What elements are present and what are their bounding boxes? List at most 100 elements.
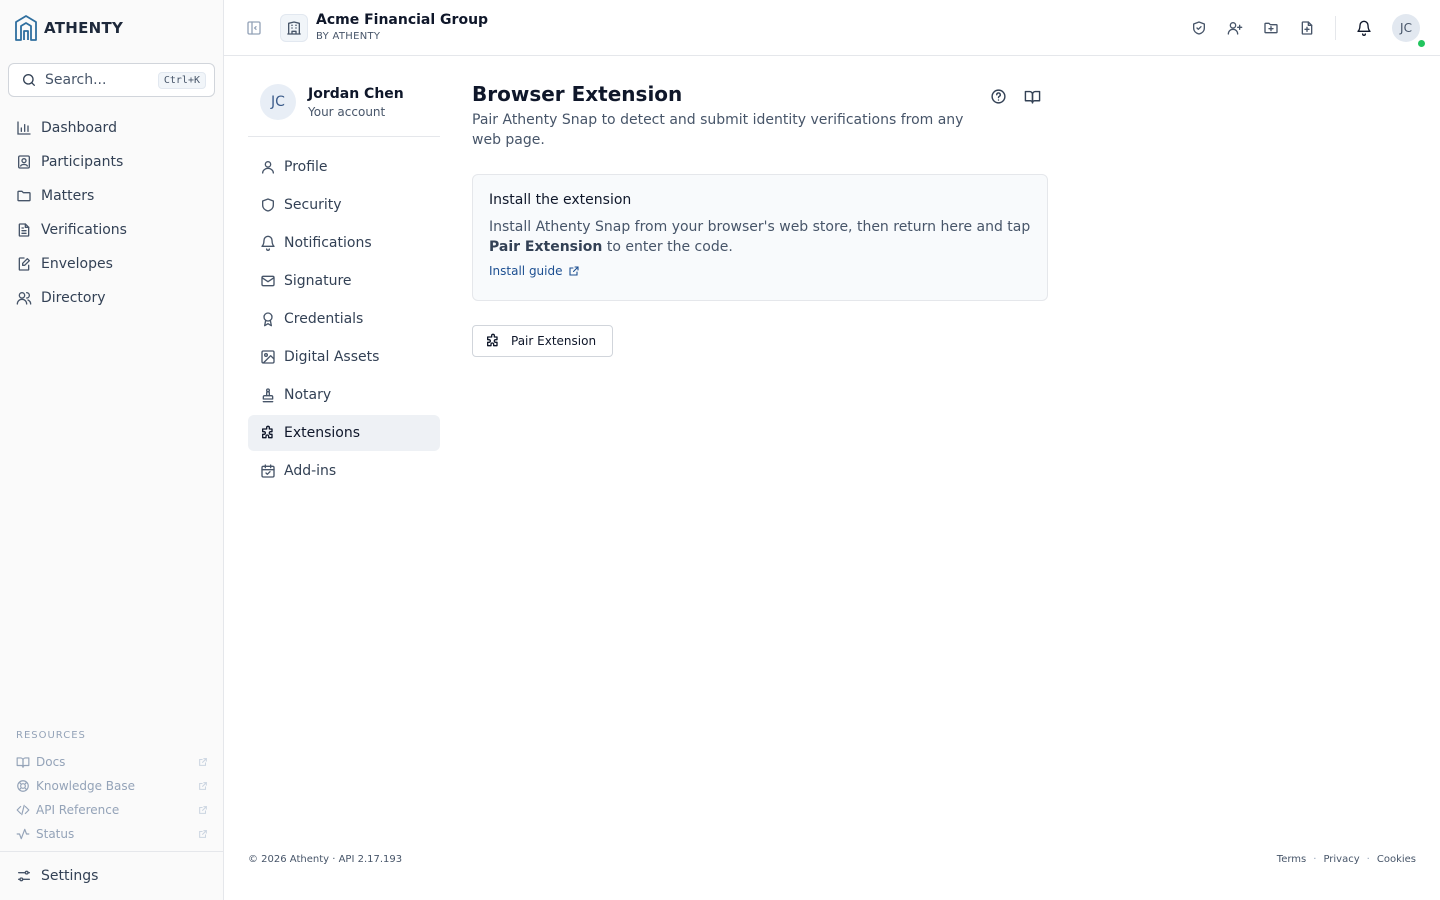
code-icon [16, 803, 30, 817]
book-open-icon [1024, 88, 1041, 105]
sliders-icon [16, 868, 32, 884]
sidebar-item-verifications[interactable]: Verifications [8, 213, 215, 247]
tab-digital-assets[interactable]: Digital Assets [248, 339, 440, 375]
verify-button[interactable] [1189, 18, 1209, 38]
new-document-button[interactable] [1297, 18, 1317, 38]
athenty-logo-icon [14, 14, 38, 42]
folder-icon [16, 188, 32, 204]
tab-notary[interactable]: Notary [248, 377, 440, 413]
external-link-icon [198, 781, 208, 791]
tab-label: Add-ins [284, 463, 337, 479]
sidebar-item-dashboard[interactable]: Dashboard [8, 111, 215, 145]
sidebar-item-participants[interactable]: Participants [8, 145, 215, 179]
page-title: Browser Extension [472, 82, 683, 106]
search-icon [21, 72, 37, 88]
cookies-link[interactable]: Cookies [1377, 854, 1416, 865]
sidebar: ATHENTY Search... Ctrl+K Dashboard Parti… [0, 0, 224, 900]
sidebar-nav: Dashboard Participants Matters Verificat… [8, 111, 215, 315]
user-icon [260, 159, 276, 175]
tab-label: Signature [284, 273, 352, 289]
bell-icon [1356, 20, 1372, 36]
resource-status[interactable]: Status [16, 822, 208, 846]
tab-label: Notary [284, 387, 332, 403]
tab-add-ins[interactable]: Add-ins [248, 453, 440, 489]
users-icon [16, 290, 32, 306]
footer-separator: · [1313, 854, 1317, 865]
folder-plus-icon [1263, 20, 1279, 36]
terms-link[interactable]: Terms [1277, 854, 1306, 865]
org-avatar[interactable] [280, 14, 308, 42]
resource-api-reference[interactable]: API Reference [16, 798, 208, 822]
docs-button[interactable] [1022, 86, 1042, 106]
new-matter-button[interactable] [1261, 18, 1281, 38]
bar-chart-icon [16, 120, 32, 136]
document-icon [16, 222, 32, 238]
help-button[interactable] [988, 86, 1008, 106]
brand[interactable]: ATHENTY [14, 14, 123, 42]
sidebar-item-label: Verifications [41, 222, 127, 238]
resource-knowledge-base[interactable]: Knowledge Base [16, 774, 208, 798]
add-participant-button[interactable] [1225, 18, 1245, 38]
privacy-link[interactable]: Privacy [1323, 854, 1359, 865]
tab-notifications[interactable]: Notifications [248, 225, 440, 261]
tab-label: Extensions [284, 425, 361, 441]
install-text-after: to enter the code. [602, 239, 733, 255]
tab-credentials[interactable]: Credentials [248, 301, 440, 337]
sidebar-item-label: Directory [41, 290, 106, 306]
resources-heading: RESOURCES [16, 730, 86, 741]
sidebar-toggle-button[interactable] [244, 18, 264, 38]
install-guide-link[interactable]: Install guide [489, 264, 1031, 278]
search-input[interactable]: Search... Ctrl+K [8, 63, 215, 97]
sidebar-item-directory[interactable]: Directory [8, 281, 215, 315]
pair-extension-label: Pair Extension [511, 334, 597, 348]
puzzle-icon [485, 333, 501, 349]
tab-signature[interactable]: Signature [248, 263, 440, 299]
footer-separator: · [1366, 854, 1370, 865]
resource-docs[interactable]: Docs [16, 750, 208, 774]
org-subtitle: BY ATHENTY [316, 31, 381, 42]
help-circle-icon [990, 88, 1007, 105]
bell-icon [260, 235, 276, 251]
sidebar-divider [0, 851, 223, 852]
sidebar-item-label: Dashboard [41, 120, 117, 136]
install-card-text: Install Athenty Snap from your browser's… [489, 217, 1031, 257]
tab-label: Profile [284, 159, 328, 175]
file-plus-icon [1299, 20, 1315, 36]
tab-security[interactable]: Security [248, 187, 440, 223]
resource-label: API Reference [36, 803, 120, 817]
resource-label: Status [36, 827, 75, 841]
book-icon [16, 755, 30, 769]
tab-profile[interactable]: Profile [248, 149, 440, 185]
sidebar-item-envelopes[interactable]: Envelopes [8, 247, 215, 281]
search-shortcut: Ctrl+K [157, 71, 206, 89]
tab-label: Security [284, 197, 342, 213]
brand-name: ATHENTY [44, 19, 124, 37]
user-avatar[interactable]: JC [1392, 14, 1420, 42]
account-subtitle: Your account [308, 105, 386, 119]
footer-copyright: © 2026 Athenty · API 2.17.193 [248, 854, 403, 865]
install-text-bold: Pair Extension [489, 239, 603, 255]
building-icon [286, 20, 302, 36]
sidebar-item-settings[interactable]: Settings [16, 863, 98, 889]
sidebar-item-matters[interactable]: Matters [8, 179, 215, 213]
install-text-before: Install Athenty Snap from your browser's… [489, 219, 1031, 235]
settings-label: Settings [41, 868, 99, 884]
calendar-check-icon [260, 463, 276, 479]
contact-card-icon [16, 154, 32, 170]
panel-left-icon [246, 20, 262, 36]
tab-label: Digital Assets [284, 349, 380, 365]
external-link-icon [198, 805, 208, 815]
footer-links: Terms · Privacy · Cookies [1277, 854, 1416, 865]
resources-section: RESOURCES Docs Knowledge Base API Refere… [16, 730, 208, 846]
activity-icon [16, 827, 30, 841]
mail-icon [260, 273, 276, 289]
tab-extensions[interactable]: Extensions [248, 415, 440, 451]
life-buoy-icon [16, 779, 30, 793]
pair-extension-button[interactable]: Pair Extension [472, 325, 613, 357]
org-name[interactable]: Acme Financial Group [316, 12, 488, 28]
top-header: Acme Financial Group BY ATHENTY JC [224, 0, 1440, 56]
file-edit-icon [16, 256, 32, 272]
notifications-button[interactable] [1354, 18, 1374, 38]
shield-check-icon [1191, 20, 1207, 36]
sidebar-item-label: Matters [41, 188, 95, 204]
